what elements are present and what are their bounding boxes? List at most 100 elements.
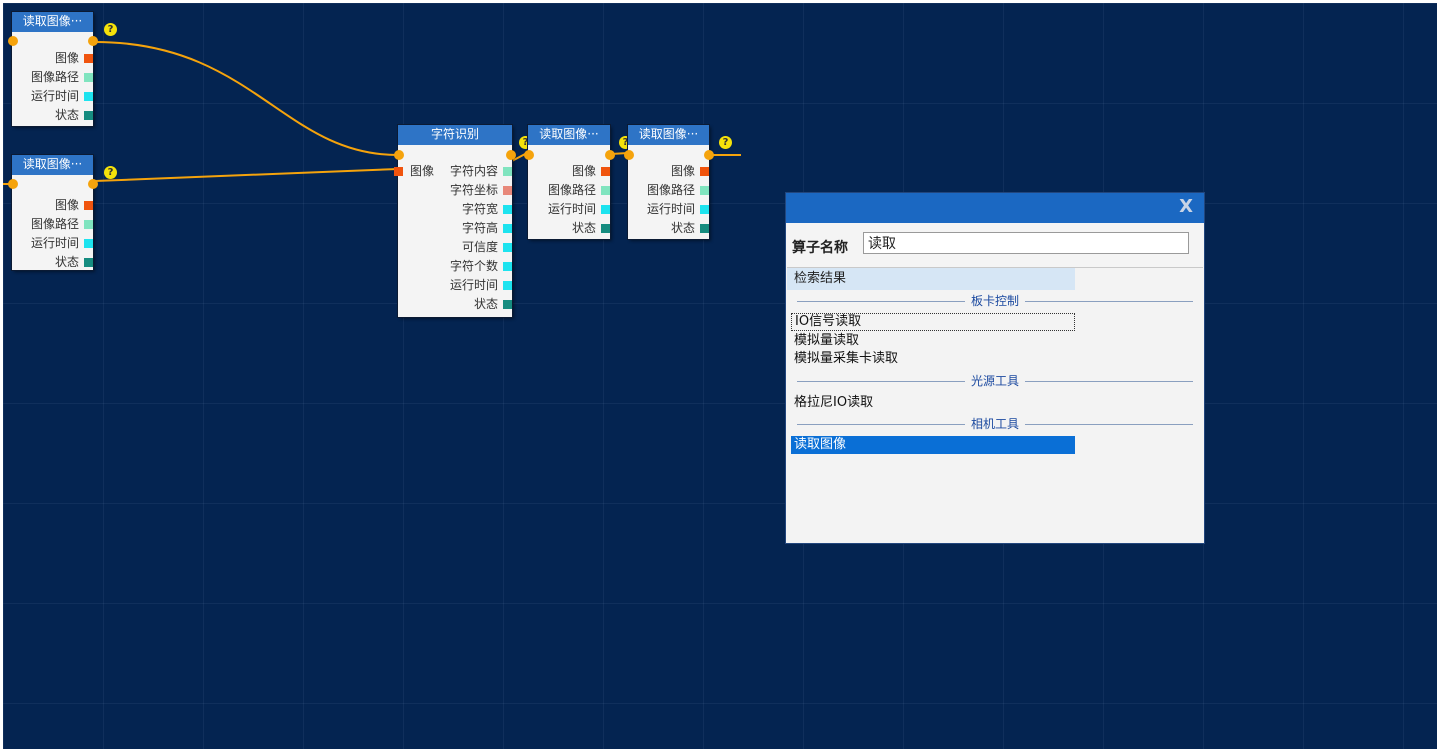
port-connector[interactable]	[503, 224, 512, 233]
flow-in-dot[interactable]	[8, 179, 18, 189]
close-icon[interactable]: X	[1179, 196, 1193, 217]
flow-out-dot[interactable]	[88, 36, 98, 46]
port-connector[interactable]	[700, 167, 709, 176]
flow-out-dot[interactable]	[506, 150, 516, 160]
input-port-image[interactable]: 图像	[394, 162, 438, 181]
output-port-char-width[interactable]: 字符宽	[438, 200, 512, 219]
output-port-image-path[interactable]: 图像路径	[12, 68, 93, 87]
wire-read2-to-ocr	[94, 168, 399, 182]
node-read-image-4[interactable]: 读取图像··· 图像 图像路径 运行时间 状态	[628, 125, 709, 239]
output-port-char-height[interactable]: 字符高	[438, 219, 512, 238]
output-port-run-time[interactable]: 运行时间	[12, 87, 93, 106]
group-title: 光源工具	[964, 374, 1026, 388]
port-connector[interactable]	[84, 111, 93, 120]
node-ocr[interactable]: 字符识别 图像 字符内容 字符坐标 字符宽 字符高 可信度 字符个数 运行时间 …	[394, 125, 512, 317]
port-connector[interactable]	[84, 92, 93, 101]
flow-in-dot[interactable]	[624, 150, 634, 160]
node-title[interactable]: 字符识别	[398, 125, 512, 145]
output-port-status[interactable]: 状态	[12, 106, 93, 125]
search-results-list[interactable]: 检索结果 板卡控制 IO信号读取 模拟量读取 模拟量采集卡读取 光源工具 格拉尼…	[787, 267, 1203, 543]
dialog-title-bar[interactable]: X	[786, 193, 1204, 223]
port-connector[interactable]	[503, 281, 512, 290]
flow-in-dot[interactable]	[8, 36, 18, 46]
port-connector[interactable]	[394, 167, 403, 176]
output-port-image-path[interactable]: 图像路径	[528, 181, 610, 200]
port-connector[interactable]	[601, 205, 610, 214]
port-connector[interactable]	[503, 167, 512, 176]
output-port-image-path[interactable]: 图像路径	[628, 181, 709, 200]
port-connector[interactable]	[84, 201, 93, 210]
port-connector[interactable]	[84, 258, 93, 267]
output-port-char-count[interactable]: 字符个数	[438, 257, 512, 276]
port-label: 图像路径	[547, 183, 596, 197]
list-item[interactable]: IO信号读取	[791, 313, 1075, 331]
port-connector[interactable]	[700, 186, 709, 195]
port-label: 可信度	[461, 240, 498, 254]
group-separator: 光源工具	[797, 374, 1193, 388]
port-label: 字符个数	[449, 259, 498, 273]
port-connector[interactable]	[84, 73, 93, 82]
output-port-image[interactable]: 图像	[528, 162, 610, 181]
flow-in-dot[interactable]	[394, 150, 404, 160]
port-connector[interactable]	[84, 54, 93, 63]
output-port-confidence[interactable]: 可信度	[438, 238, 512, 257]
output-port-run-time[interactable]: 运行时间	[438, 276, 512, 295]
port-label: 运行时间	[449, 278, 498, 292]
output-port-image[interactable]: 图像	[12, 49, 93, 68]
output-port-status[interactable]: 状态	[12, 253, 93, 272]
output-port-status[interactable]: 状态	[438, 295, 512, 314]
output-port-image-path[interactable]: 图像路径	[12, 215, 93, 234]
port-connector[interactable]	[84, 220, 93, 229]
port-connector[interactable]	[503, 262, 512, 271]
output-port-run-time[interactable]: 运行时间	[12, 234, 93, 253]
node-read-image-2[interactable]: 读取图像··· 图像 图像路径 运行时间 状态	[12, 155, 93, 270]
node-title[interactable]: 读取图像···	[528, 125, 610, 145]
flow-out-dot[interactable]	[88, 179, 98, 189]
output-port-image[interactable]: 图像	[12, 196, 93, 215]
port-label: 图像	[54, 198, 79, 212]
help-icon[interactable]: ?	[719, 136, 732, 149]
node-read-image-3[interactable]: 读取图像··· 图像 图像路径 运行时间 状态	[528, 125, 610, 239]
output-port-image[interactable]: 图像	[628, 162, 709, 181]
port-connector[interactable]	[503, 186, 512, 195]
list-item-selected[interactable]: 读取图像	[791, 436, 1075, 454]
output-port-run-time[interactable]: 运行时间	[628, 200, 709, 219]
flow-in-dot[interactable]	[524, 150, 534, 160]
port-label: 字符高	[461, 221, 498, 235]
port-label: 运行时间	[646, 202, 695, 216]
help-icon[interactable]: ?	[104, 166, 117, 179]
results-header: 检索结果	[787, 268, 1075, 290]
port-label: 运行时间	[547, 202, 596, 216]
flow-canvas[interactable]: 读取图像··· 图像 图像路径 运行时间 状态 ? 读取图像··· 图像 图像路…	[3, 3, 1437, 749]
port-connector[interactable]	[601, 167, 610, 176]
node-title[interactable]: 读取图像···	[12, 12, 93, 32]
flow-out-dot[interactable]	[704, 150, 714, 160]
port-connector[interactable]	[700, 205, 709, 214]
port-label: 字符坐标	[449, 183, 498, 197]
port-connector[interactable]	[700, 224, 709, 233]
port-label: 运行时间	[30, 89, 79, 103]
operator-name-input[interactable]	[863, 232, 1189, 254]
port-connector[interactable]	[503, 243, 512, 252]
wire-read1-to-ocr	[94, 41, 399, 156]
output-port-char-coord[interactable]: 字符坐标	[438, 181, 512, 200]
output-port-status[interactable]: 状态	[628, 219, 709, 238]
list-item[interactable]: 模拟量读取	[791, 332, 1075, 350]
port-connector[interactable]	[601, 224, 610, 233]
port-connector[interactable]	[84, 239, 93, 248]
output-port-run-time[interactable]: 运行时间	[528, 200, 610, 219]
node-title[interactable]: 读取图像···	[628, 125, 709, 145]
port-label: 图像路径	[30, 217, 79, 231]
list-item[interactable]: 模拟量采集卡读取	[791, 350, 1075, 368]
operator-search-dialog: X 算子名称 检索结果 板卡控制 IO信号读取 模拟量读取 模拟量采集卡读取 光…	[786, 193, 1204, 543]
port-connector[interactable]	[601, 186, 610, 195]
output-port-char-content[interactable]: 字符内容	[438, 162, 512, 181]
output-port-status[interactable]: 状态	[528, 219, 610, 238]
help-icon[interactable]: ?	[104, 23, 117, 36]
port-connector[interactable]	[503, 300, 512, 309]
node-read-image-1[interactable]: 读取图像··· 图像 图像路径 运行时间 状态	[12, 12, 93, 126]
list-item[interactable]: 格拉尼IO读取	[791, 394, 1075, 412]
port-connector[interactable]	[503, 205, 512, 214]
node-title[interactable]: 读取图像···	[12, 155, 93, 175]
flow-out-dot[interactable]	[605, 150, 615, 160]
